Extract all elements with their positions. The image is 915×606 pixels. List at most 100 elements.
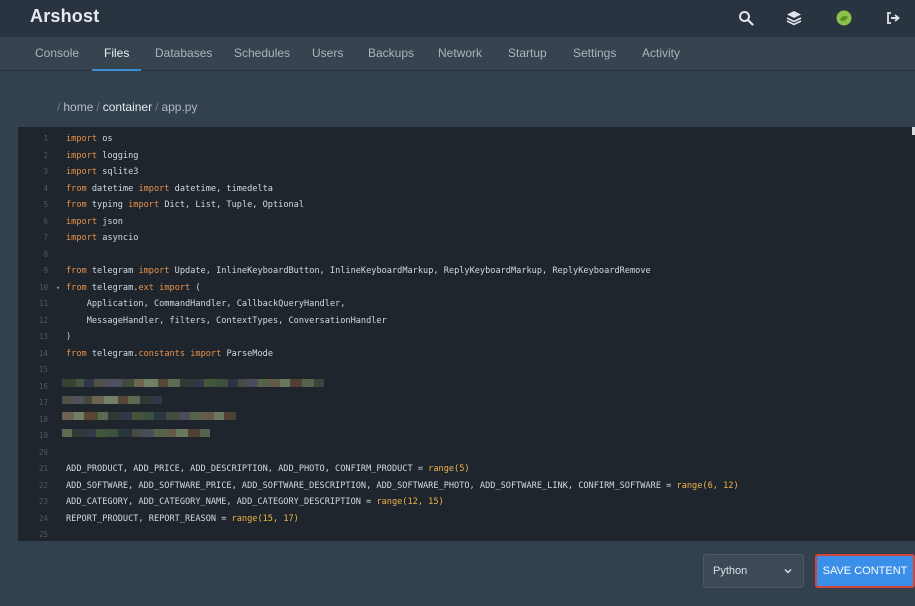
code-line: 2 import logging [18,148,915,165]
line-number: 10 [38,282,48,292]
tab-schedules[interactable]: Schedules [234,37,290,71]
redacted-pixel-block [74,395,84,404]
redacted-pixel-block [168,379,180,387]
redacted-pixel-block [106,379,122,387]
tab-startup[interactable]: Startup [508,37,547,71]
redacted-pixel-block [118,428,132,437]
redacted-pixel-block [132,428,142,437]
save-content-button[interactable]: SAVE CONTENT [815,554,915,588]
redacted-pixel-block [76,379,84,387]
redacted-pixel-block [72,428,84,437]
redacted-pixel-block [176,428,188,437]
redacted-pixel-block [104,395,118,404]
code-text: import json [66,216,123,227]
code-text: ADD_CATEGORY, ADD_CATEGORY_NAME, ADD_CAT… [66,497,444,507]
line-number: 18 [38,414,48,424]
code-text: ) [66,332,72,342]
code-text: from datetime import datetime, timedelta [66,183,273,194]
code-line: 21 ADD_PRODUCT, ADD_PRICE, ADD_DESCRIPTIO… [18,461,915,478]
code-line: 20 [18,445,915,462]
line-number: 8 [43,249,48,259]
nav-tabs: Console Files Databases Schedules Users … [0,37,915,71]
redacted-pixel-block [84,428,96,437]
line-number: 3 [43,167,48,176]
tab-users[interactable]: Users [312,37,343,71]
code-line: 6 import json [18,214,915,231]
redacted-pixel-block [122,379,134,387]
line-number: 12 [38,315,48,325]
code-editor[interactable]: 1 import os 2 import logging 3 import sqlite3… [18,127,915,541]
redacted-pixel-block [62,395,74,404]
tab-settings[interactable]: Settings [573,37,616,71]
redacted-pixel-block [194,379,204,387]
breadcrumb: / home / container / app.py [54,100,197,114]
code-line: 7 import asyncio [18,230,915,247]
redacted-pixel-block [158,379,168,387]
redacted-pixel-block [238,379,246,387]
search-icon[interactable] [737,9,755,27]
breadcrumb-separator: / [96,100,100,114]
redacted-pixel-block [128,395,140,404]
code-text: from telegram.ext import ( [66,282,201,293]
code-text: Application, CommandHandler, CallbackQue… [66,299,346,309]
line-number: 4 [43,183,48,193]
tab-backups[interactable]: Backups [368,37,414,71]
line-number: 14 [38,348,48,358]
redacted-pixel-block [190,412,202,420]
line-number: 25 [38,530,48,539]
redacted-pixel-block [302,379,314,387]
tab-network[interactable]: Network [438,37,482,71]
line-number: 2 [43,150,48,160]
logout-icon[interactable] [884,9,902,27]
tab-console[interactable]: Console [35,37,79,71]
redacted-pixel-block [216,379,228,387]
line-number: 13 [38,332,48,341]
redacted-pixel-block [142,428,154,437]
language-select[interactable]: Python [703,554,804,588]
redacted-pixel-block [74,412,84,420]
redacted-pixel-block [120,412,132,420]
code-text: from telegram.constants import ParseMode [66,348,274,359]
line-number: 11 [38,299,48,308]
redacted-pixel-block [204,379,216,387]
line-number: 21 [38,464,48,473]
tab-activity[interactable]: Activity [642,37,680,71]
line-number: 1 [43,134,48,143]
redacted-pixel-block [62,379,76,387]
redacted-pixel-block [228,379,238,387]
line-number: 22 [38,480,48,490]
code-line: 14 from telegram.constants import ParseMo… [18,346,915,363]
breadcrumb-container[interactable]: container [103,100,152,114]
redacted-pixel-block [96,428,106,437]
layers-icon[interactable] [785,9,803,27]
redacted-pixel-block [84,379,94,387]
redacted-pixel-block [224,412,236,420]
code-text: ADD_PRODUCT, ADD_PRICE, ADD_DESCRIPTION,… [66,464,470,474]
redacted-pixel-block [144,379,158,387]
redacted-pixel-block [154,428,166,437]
fold-toggle-icon[interactable]: ▾ [56,280,60,297]
breadcrumb-separator: / [155,100,159,114]
code-line: 9 from telegram import Update, InlineKeyb… [18,263,915,280]
code-line: 23 ADD_CATEGORY, ADD_CATEGORY_NAME, ADD_C… [18,494,915,511]
tab-files[interactable]: Files [91,37,142,71]
app-title[interactable]: Arshost [30,6,99,27]
line-number: 17 [38,398,48,407]
user-avatar[interactable] [835,9,853,27]
redacted-pixel-block [108,412,120,420]
code-line: 15 [18,362,915,379]
tab-databases[interactable]: Databases [155,37,212,71]
code-text: from typing import Dict, List, Tuple, Op… [66,200,305,210]
line-number: 23 [38,497,48,506]
code-line: 1 import os [18,131,915,148]
line-number: 7 [43,233,48,242]
redacted-pixel-block [166,412,180,420]
code-text: ADD_SOFTWARE, ADD_SOFTWARE_PRICE, ADD_SO… [66,480,739,491]
redacted-pixel-block [200,428,210,437]
chevron-down-icon [784,569,792,574]
redacted-pixel-block [152,395,162,404]
code-text: import os [66,134,113,144]
line-number: 5 [43,200,48,209]
breadcrumb-home[interactable]: home [63,100,93,114]
language-select-value: Python [713,565,748,577]
